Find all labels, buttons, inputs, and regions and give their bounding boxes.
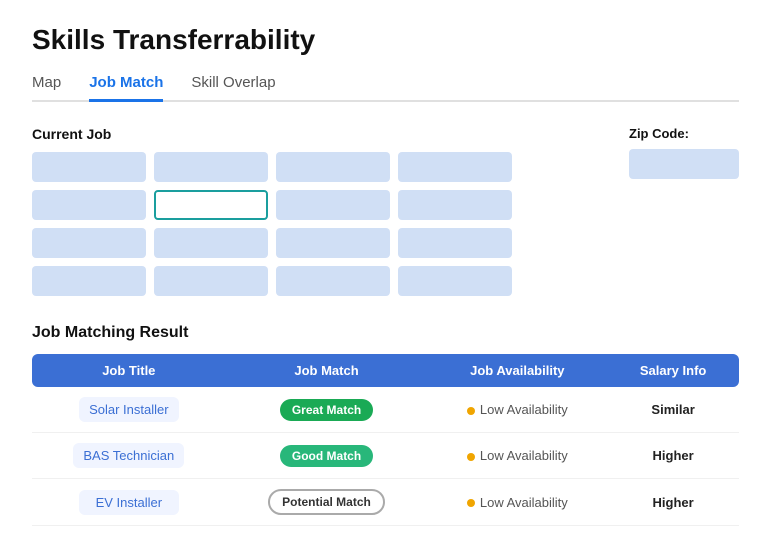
salary-cell: Higher: [607, 433, 739, 479]
results-table: Job TitleJob MatchJob AvailabilitySalary…: [32, 354, 739, 526]
zip-area: Zip Code:: [629, 126, 739, 179]
grid-cell[interactable]: [154, 266, 268, 296]
job-grid: [32, 152, 512, 296]
results-table-body: Solar InstallerGreat MatchLow Availabili…: [32, 387, 739, 526]
grid-cell[interactable]: [32, 266, 146, 296]
availability-cell: Low Availability: [427, 479, 607, 526]
availability-cell: Low Availability: [427, 387, 607, 433]
table-row: EV InstallerPotential MatchLow Availabil…: [32, 479, 739, 526]
job-title-cell: Solar Installer: [32, 387, 226, 433]
grid-cell[interactable]: [32, 152, 146, 182]
zip-code-box[interactable]: [629, 149, 739, 179]
top-section: Current Job Zip Code:: [32, 126, 739, 296]
current-job-label: Current Job: [32, 126, 589, 142]
salary-cell: Similar: [607, 387, 739, 433]
grid-cell[interactable]: [398, 266, 512, 296]
column-header-salary-info: Salary Info: [607, 354, 739, 387]
availability-dot-icon: [467, 453, 475, 461]
column-header-job-availability: Job Availability: [427, 354, 607, 387]
grid-cell[interactable]: [154, 152, 268, 182]
grid-cell[interactable]: [276, 152, 390, 182]
results-section-title: Job Matching Result: [32, 324, 739, 342]
job-match-cell: Great Match: [226, 387, 428, 433]
availability-cell: Low Availability: [427, 433, 607, 479]
grid-cell[interactable]: [276, 190, 390, 220]
job-match-cell: Good Match: [226, 433, 428, 479]
job-title-cell: BAS Technician: [32, 433, 226, 479]
tab-bar: Map Job Match Skill Overlap: [32, 74, 739, 102]
current-job-area: Current Job: [32, 126, 589, 296]
column-header-job-match: Job Match: [226, 354, 428, 387]
table-row: BAS TechnicianGood MatchLow Availability…: [32, 433, 739, 479]
grid-cell[interactable]: [398, 190, 512, 220]
salary-cell: Higher: [607, 479, 739, 526]
grid-cell[interactable]: [154, 228, 268, 258]
job-title-cell: EV Installer: [32, 479, 226, 526]
zip-code-label: Zip Code:: [629, 126, 689, 141]
grid-cell[interactable]: [398, 152, 512, 182]
tab-map[interactable]: Map: [32, 74, 61, 102]
grid-cell[interactable]: [276, 266, 390, 296]
grid-cell[interactable]: [154, 190, 268, 220]
availability-dot-icon: [467, 407, 475, 415]
tab-skill-overlap[interactable]: Skill Overlap: [191, 74, 275, 102]
availability-dot-icon: [467, 499, 475, 507]
job-match-cell: Potential Match: [226, 479, 428, 526]
tab-job-match[interactable]: Job Match: [89, 74, 163, 102]
grid-cell[interactable]: [398, 228, 512, 258]
grid-cell[interactable]: [276, 228, 390, 258]
page-title: Skills Transferrability: [32, 24, 739, 56]
results-table-header: Job TitleJob MatchJob AvailabilitySalary…: [32, 354, 739, 387]
table-row: Solar InstallerGreat MatchLow Availabili…: [32, 387, 739, 433]
grid-cell[interactable]: [32, 190, 146, 220]
grid-cell[interactable]: [32, 228, 146, 258]
column-header-job-title: Job Title: [32, 354, 226, 387]
results-section: Job Matching Result Job TitleJob MatchJo…: [32, 324, 739, 526]
